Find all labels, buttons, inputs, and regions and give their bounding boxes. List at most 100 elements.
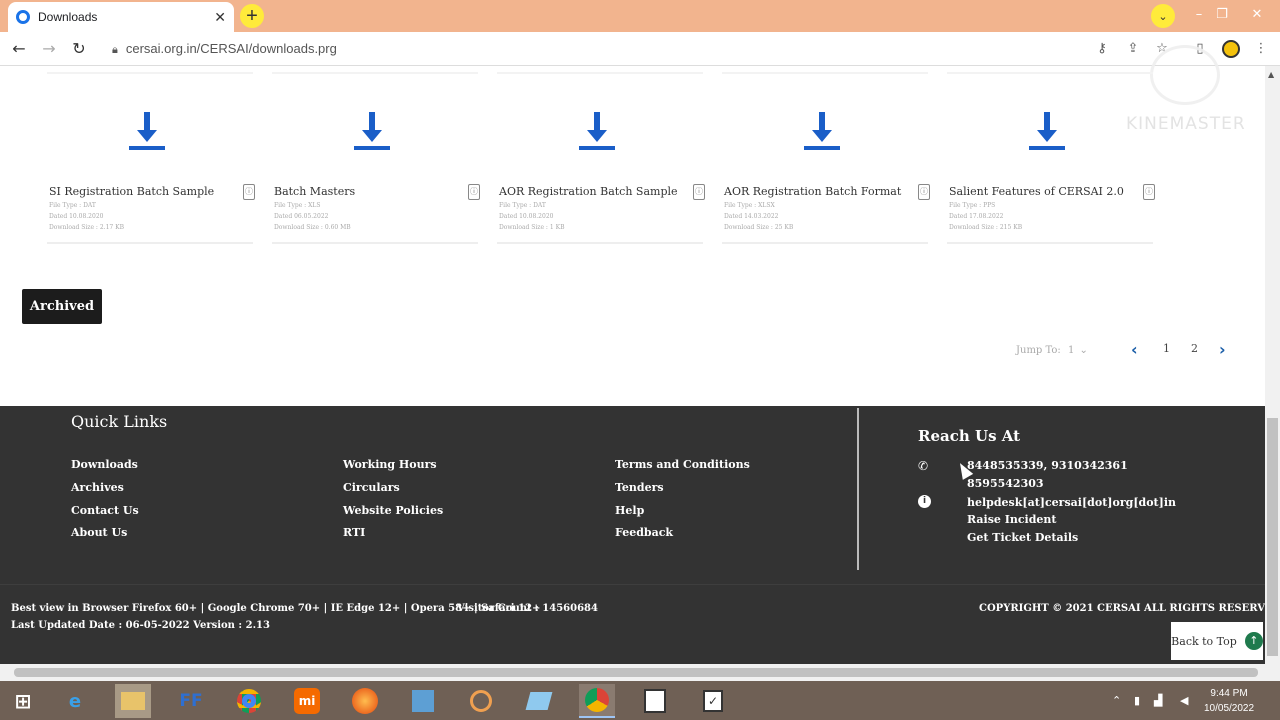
download-icon[interactable] [579, 112, 615, 152]
page-1[interactable]: 1 [1163, 342, 1170, 355]
browser-tab[interactable]: Downloads ✕ [8, 2, 234, 32]
menu-dots-icon[interactable]: ⋮ [1252, 40, 1270, 58]
url-text: cersai.org.in/CERSAI/downloads.prg [125, 41, 337, 56]
footer-link-archives[interactable]: Archives [71, 481, 124, 494]
file-type: File Type : DAT [499, 202, 546, 209]
file-name[interactable]: AOR Registration Batch Sample [499, 185, 678, 198]
footer-link-website-policies[interactable]: Website Policies [343, 504, 443, 517]
file-size: Download Size : 25 KB [724, 224, 794, 231]
battery-icon[interactable]: ▮ [1134, 694, 1140, 707]
footer-link-circulars[interactable]: Circulars [343, 481, 400, 494]
signal-icon[interactable]: ▟ [1154, 694, 1162, 707]
file-type: File Type : XLSX [724, 202, 775, 209]
file-info-icon[interactable]: ⓘ [468, 184, 480, 200]
page-2[interactable]: 2 [1191, 342, 1198, 355]
prev-page-icon[interactable]: ‹ [1131, 340, 1138, 359]
file-card[interactable]: AOR Registration Batch Format ⓘ File Type … [722, 68, 930, 244]
footer-link-tenders[interactable]: Tenders [615, 481, 664, 494]
app-7-icon[interactable] [405, 684, 441, 718]
footer-link-help[interactable]: Help [615, 504, 644, 517]
file-type: File Type : XLS [274, 202, 321, 209]
file-card[interactable]: Batch Masters ⓘ File Type : XLS Dated 06.05… [272, 68, 480, 244]
info-icon: i [918, 495, 931, 508]
chevron-down-icon: ⌄ [1079, 345, 1088, 356]
share-icon[interactable]: ⇪ [1124, 40, 1142, 58]
reload-icon[interactable]: ↻ [68, 38, 90, 60]
close-window-button[interactable]: ✕ [1246, 4, 1268, 26]
archived-button[interactable]: Archived [22, 289, 102, 324]
phone-numbers[interactable]: 8448535339, 9310342361 [967, 459, 1128, 472]
profile-avatar-icon[interactable] [1222, 40, 1240, 58]
footer-link-rti[interactable]: RTI [343, 526, 365, 539]
file-name[interactable]: SI Registration Batch Sample [49, 185, 214, 198]
app-9-icon[interactable] [521, 684, 557, 718]
vertical-scroll-thumb[interactable] [1267, 418, 1278, 656]
file-info-icon[interactable]: ⓘ [918, 184, 930, 200]
file-type: File Type : DAT [49, 202, 96, 209]
next-page-icon[interactable]: › [1219, 340, 1226, 359]
tab-close-icon[interactable]: ✕ [214, 9, 226, 26]
file-card[interactable]: AOR Registration Batch Sample ⓘ File Type … [497, 68, 705, 244]
file-info-icon[interactable]: ⓘ [693, 184, 705, 200]
footer-link-terms[interactable]: Terms and Conditions [615, 458, 750, 471]
jump-to[interactable]: Jump To: 1 ⌄ [1016, 345, 1088, 356]
footer-link-downloads[interactable]: Downloads [71, 458, 138, 471]
internet-explorer-icon[interactable]: e [57, 684, 93, 718]
horizontal-scroll-thumb[interactable] [14, 668, 1258, 677]
arrow-up-icon: ↑ [1244, 632, 1263, 650]
file-size: Download Size : 2.17 KB [49, 224, 125, 231]
file-date: Dated 17.08.2022 [949, 213, 1004, 220]
copyright-text: COPYRIGHT © 2021 CERSAI ALL RIGHTS RESER… [979, 603, 1280, 614]
app-8-icon[interactable] [463, 684, 499, 718]
phone-number-2[interactable]: 8595542303 [967, 477, 1044, 490]
helpdesk-email[interactable]: helpdesk[at]cersai[dot]org[dot]in [967, 496, 1176, 509]
download-icon[interactable] [129, 112, 165, 152]
file-info-icon[interactable]: ⓘ [1143, 184, 1155, 200]
footer-link-working-hours[interactable]: Working Hours [343, 458, 437, 471]
file-name[interactable]: AOR Registration Batch Format [724, 185, 901, 198]
file-date: Dated 14.03.2022 [724, 213, 779, 220]
maximize-button[interactable]: ❐ [1211, 4, 1233, 26]
new-tab-button[interactable]: + [240, 4, 264, 28]
card-top-border [47, 72, 253, 74]
scroll-up-arrow-icon[interactable]: ▲ [1268, 70, 1274, 79]
back-to-top-button[interactable]: Back to Top ↑ [1171, 622, 1263, 660]
url-bar[interactable]: 🔒︎ cersai.org.in/CERSAI/downloads.prg [112, 41, 337, 57]
firefox-icon[interactable] [347, 684, 383, 718]
file-name[interactable]: Salient Features of CERSAI 2.0 [949, 185, 1124, 198]
quick-links-title: Quick Links [71, 412, 168, 431]
footer-link-about-us[interactable]: About Us [71, 526, 127, 539]
download-icon[interactable] [354, 112, 390, 152]
app-11-icon[interactable] [637, 684, 673, 718]
taskbar-clock[interactable]: 9:44 PM 10/05/2022 [1204, 686, 1254, 716]
footer-link-contact-us[interactable]: Contact Us [71, 504, 139, 517]
minimize-button[interactable]: – [1188, 4, 1210, 26]
jump-label: Jump To: [1016, 345, 1061, 356]
visitor-count: Visitor Count : 14560684 [457, 603, 598, 614]
raise-incident-link[interactable]: Raise Incident [967, 513, 1057, 526]
file-name[interactable]: Batch Masters [274, 185, 355, 198]
get-ticket-details-link[interactable]: Get Ticket Details [967, 531, 1078, 544]
ff-app-icon[interactable]: FF [173, 684, 209, 718]
file-card[interactable]: SI Registration Batch Sample ⓘ File Type :… [47, 68, 255, 244]
file-date: Dated 10.08.2020 [499, 213, 554, 220]
windows-start-icon[interactable]: ⊞ [5, 684, 41, 718]
card-top-border [947, 72, 1153, 74]
tray-chevron-icon[interactable]: ⌃ [1112, 694, 1121, 707]
download-icon[interactable] [804, 112, 840, 152]
mi-app-icon[interactable]: mi [289, 684, 325, 718]
footer-link-feedback[interactable]: Feedback [615, 526, 673, 539]
volume-icon[interactable]: ◀ [1180, 694, 1188, 707]
app-12-icon[interactable]: ✓ [695, 684, 731, 718]
forward-arrow-icon[interactable]: → [38, 38, 60, 60]
file-info-icon[interactable]: ⓘ [243, 184, 255, 200]
file-explorer-icon[interactable] [115, 684, 151, 718]
tab-search-chevron-icon[interactable]: ⌄ [1151, 4, 1175, 28]
file-card[interactable]: Salient Features of CERSAI 2.0 ⓘ File Type… [947, 68, 1155, 244]
key-icon[interactable]: ⚷ [1093, 40, 1111, 58]
chrome-active-icon[interactable] [579, 684, 615, 718]
back-arrow-icon[interactable]: ← [8, 38, 30, 60]
chrome-icon[interactable] [231, 684, 267, 718]
clock-date: 10/05/2022 [1204, 703, 1255, 714]
download-icon[interactable] [1029, 112, 1065, 152]
